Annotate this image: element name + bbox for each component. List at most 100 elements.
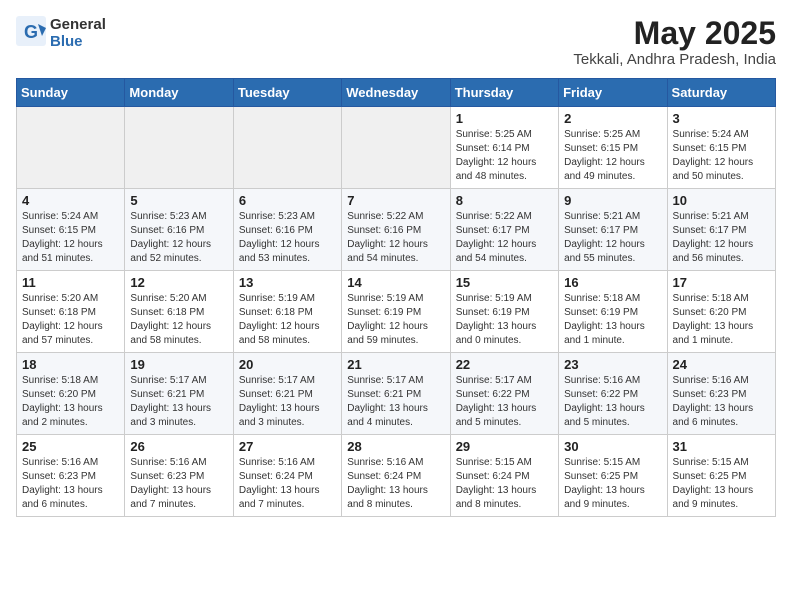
day-info: Sunrise: 5:21 AM Sunset: 6:17 PM Dayligh… xyxy=(564,210,661,266)
day-number: 17 xyxy=(673,275,770,290)
day-number: 8 xyxy=(456,193,553,208)
day-info: Sunrise: 5:23 AM Sunset: 6:16 PM Dayligh… xyxy=(130,210,227,266)
weekday-header-thursday: Thursday xyxy=(450,79,558,107)
day-info: Sunrise: 5:21 AM Sunset: 6:17 PM Dayligh… xyxy=(673,210,770,266)
calendar-cell: 17 Sunrise: 5:18 AM Sunset: 6:20 PM Dayli… xyxy=(667,271,775,353)
calendar-cell: 27 Sunrise: 5:16 AM Sunset: 6:24 PM Dayli… xyxy=(233,435,341,517)
day-info: Sunrise: 5:15 AM Sunset: 6:25 PM Dayligh… xyxy=(673,456,770,512)
calendar-cell: 9 Sunrise: 5:21 AM Sunset: 6:17 PM Daylig… xyxy=(559,189,667,271)
calendar-cell: 14 Sunrise: 5:19 AM Sunset: 6:19 PM Dayli… xyxy=(342,271,450,353)
calendar-cell xyxy=(342,107,450,189)
calendar-cell: 22Sunrise: 5:17 AM Sunset: 6:22 PM Dayli… xyxy=(450,353,558,435)
calendar-cell: 5 Sunrise: 5:23 AM Sunset: 6:16 PM Daylig… xyxy=(125,189,233,271)
day-number: 28 xyxy=(347,439,444,454)
day-number: 16 xyxy=(564,275,661,290)
day-info: Sunrise: 5:25 AM Sunset: 6:14 PM Dayligh… xyxy=(456,128,553,184)
calendar-week-row: 4 Sunrise: 5:24 AM Sunset: 6:15 PM Daylig… xyxy=(17,189,776,271)
day-info: Sunrise: 5:19 AM Sunset: 6:18 PM Dayligh… xyxy=(239,292,336,348)
logo-general: General xyxy=(50,17,106,34)
calendar-cell: 23 Sunrise: 5:16 AM Sunset: 6:22 PM Dayli… xyxy=(559,353,667,435)
calendar-cell: 3Sunrise: 5:24 AM Sunset: 6:15 PM Daylig… xyxy=(667,107,775,189)
title-block: May 2025 Tekkali, Andhra Pradesh, India xyxy=(573,16,776,68)
calendar-header-row: SundayMondayTuesdayWednesdayThursdayFrid… xyxy=(17,79,776,107)
day-number: 26 xyxy=(130,439,227,454)
day-number: 31 xyxy=(673,439,770,454)
day-info: Sunrise: 5:18 AM Sunset: 6:20 PM Dayligh… xyxy=(22,374,119,430)
calendar-cell: 8 Sunrise: 5:22 AM Sunset: 6:17 PM Daylig… xyxy=(450,189,558,271)
calendar-cell: 7 Sunrise: 5:22 AM Sunset: 6:16 PM Daylig… xyxy=(342,189,450,271)
day-info: Sunrise: 5:16 AM Sunset: 6:23 PM Dayligh… xyxy=(22,456,119,512)
logo-icon: G xyxy=(16,16,46,46)
calendar-cell: 1 Sunrise: 5:25 AM Sunset: 6:14 PM Daylig… xyxy=(450,107,558,189)
calendar-cell xyxy=(125,107,233,189)
day-number: 30 xyxy=(564,439,661,454)
location-title: Tekkali, Andhra Pradesh, India xyxy=(573,51,776,68)
svg-text:G: G xyxy=(24,22,38,42)
calendar-cell: 6 Sunrise: 5:23 AM Sunset: 6:16 PM Daylig… xyxy=(233,189,341,271)
day-number: 9 xyxy=(564,193,661,208)
day-number: 23 xyxy=(564,357,661,372)
day-info: Sunrise: 5:24 AM Sunset: 6:15 PM Dayligh… xyxy=(22,210,119,266)
day-info: Sunrise: 5:18 AM Sunset: 6:19 PM Dayligh… xyxy=(564,292,661,348)
calendar-cell: 26Sunrise: 5:16 AM Sunset: 6:23 PM Dayli… xyxy=(125,435,233,517)
calendar-table: SundayMondayTuesdayWednesdayThursdayFrid… xyxy=(16,78,776,517)
day-info: Sunrise: 5:17 AM Sunset: 6:21 PM Dayligh… xyxy=(239,374,336,430)
day-info: Sunrise: 5:22 AM Sunset: 6:17 PM Dayligh… xyxy=(456,210,553,266)
day-number: 25 xyxy=(22,439,119,454)
calendar-week-row: 18 Sunrise: 5:18 AM Sunset: 6:20 PM Dayli… xyxy=(17,353,776,435)
day-info: Sunrise: 5:19 AM Sunset: 6:19 PM Dayligh… xyxy=(347,292,444,348)
day-number: 21 xyxy=(347,357,444,372)
calendar-cell: 21Sunrise: 5:17 AM Sunset: 6:21 PM Dayli… xyxy=(342,353,450,435)
day-info: Sunrise: 5:17 AM Sunset: 6:22 PM Dayligh… xyxy=(456,374,553,430)
calendar-cell: 4 Sunrise: 5:24 AM Sunset: 6:15 PM Daylig… xyxy=(17,189,125,271)
calendar-cell: 28 Sunrise: 5:16 AM Sunset: 6:24 PM Dayli… xyxy=(342,435,450,517)
day-number: 18 xyxy=(22,357,119,372)
day-number: 7 xyxy=(347,193,444,208)
weekday-header-tuesday: Tuesday xyxy=(233,79,341,107)
day-info: Sunrise: 5:20 AM Sunset: 6:18 PM Dayligh… xyxy=(22,292,119,348)
month-title: May 2025 xyxy=(573,16,776,51)
calendar-cell: 18 Sunrise: 5:18 AM Sunset: 6:20 PM Dayli… xyxy=(17,353,125,435)
day-info: Sunrise: 5:16 AM Sunset: 6:24 PM Dayligh… xyxy=(347,456,444,512)
day-number: 1 xyxy=(456,111,553,126)
day-number: 19 xyxy=(130,357,227,372)
weekday-header-monday: Monday xyxy=(125,79,233,107)
day-number: 13 xyxy=(239,275,336,290)
day-number: 6 xyxy=(239,193,336,208)
day-info: Sunrise: 5:18 AM Sunset: 6:20 PM Dayligh… xyxy=(673,292,770,348)
weekday-header-sunday: Sunday xyxy=(17,79,125,107)
calendar-cell: 16 Sunrise: 5:18 AM Sunset: 6:19 PM Dayli… xyxy=(559,271,667,353)
calendar-cell: 11 Sunrise: 5:20 AM Sunset: 6:18 PM Dayli… xyxy=(17,271,125,353)
day-number: 15 xyxy=(456,275,553,290)
day-info: Sunrise: 5:25 AM Sunset: 6:15 PM Dayligh… xyxy=(564,128,661,184)
calendar-cell: 13 Sunrise: 5:19 AM Sunset: 6:18 PM Dayli… xyxy=(233,271,341,353)
day-number: 4 xyxy=(22,193,119,208)
calendar-week-row: 1 Sunrise: 5:25 AM Sunset: 6:14 PM Daylig… xyxy=(17,107,776,189)
day-number: 11 xyxy=(22,275,119,290)
day-info: Sunrise: 5:19 AM Sunset: 6:19 PM Dayligh… xyxy=(456,292,553,348)
calendar-week-row: 25 Sunrise: 5:16 AM Sunset: 6:23 PM Dayli… xyxy=(17,435,776,517)
logo: G General Blue xyxy=(16,16,106,51)
day-info: Sunrise: 5:15 AM Sunset: 6:25 PM Dayligh… xyxy=(564,456,661,512)
day-info: Sunrise: 5:16 AM Sunset: 6:23 PM Dayligh… xyxy=(673,374,770,430)
calendar-cell: 29Sunrise: 5:15 AM Sunset: 6:24 PM Dayli… xyxy=(450,435,558,517)
calendar-cell: 15 Sunrise: 5:19 AM Sunset: 6:19 PM Dayli… xyxy=(450,271,558,353)
day-info: Sunrise: 5:20 AM Sunset: 6:18 PM Dayligh… xyxy=(130,292,227,348)
day-info: Sunrise: 5:22 AM Sunset: 6:16 PM Dayligh… xyxy=(347,210,444,266)
day-info: Sunrise: 5:24 AM Sunset: 6:15 PM Dayligh… xyxy=(673,128,770,184)
calendar-cell: 20Sunrise: 5:17 AM Sunset: 6:21 PM Dayli… xyxy=(233,353,341,435)
day-info: Sunrise: 5:23 AM Sunset: 6:16 PM Dayligh… xyxy=(239,210,336,266)
calendar-cell: 10Sunrise: 5:21 AM Sunset: 6:17 PM Dayli… xyxy=(667,189,775,271)
weekday-header-wednesday: Wednesday xyxy=(342,79,450,107)
day-info: Sunrise: 5:17 AM Sunset: 6:21 PM Dayligh… xyxy=(130,374,227,430)
day-number: 27 xyxy=(239,439,336,454)
day-number: 14 xyxy=(347,275,444,290)
day-info: Sunrise: 5:15 AM Sunset: 6:24 PM Dayligh… xyxy=(456,456,553,512)
day-number: 5 xyxy=(130,193,227,208)
day-info: Sunrise: 5:16 AM Sunset: 6:22 PM Dayligh… xyxy=(564,374,661,430)
calendar-week-row: 11 Sunrise: 5:20 AM Sunset: 6:18 PM Dayli… xyxy=(17,271,776,353)
day-info: Sunrise: 5:16 AM Sunset: 6:24 PM Dayligh… xyxy=(239,456,336,512)
weekday-header-friday: Friday xyxy=(559,79,667,107)
logo-blue: Blue xyxy=(50,34,106,51)
calendar-cell xyxy=(17,107,125,189)
